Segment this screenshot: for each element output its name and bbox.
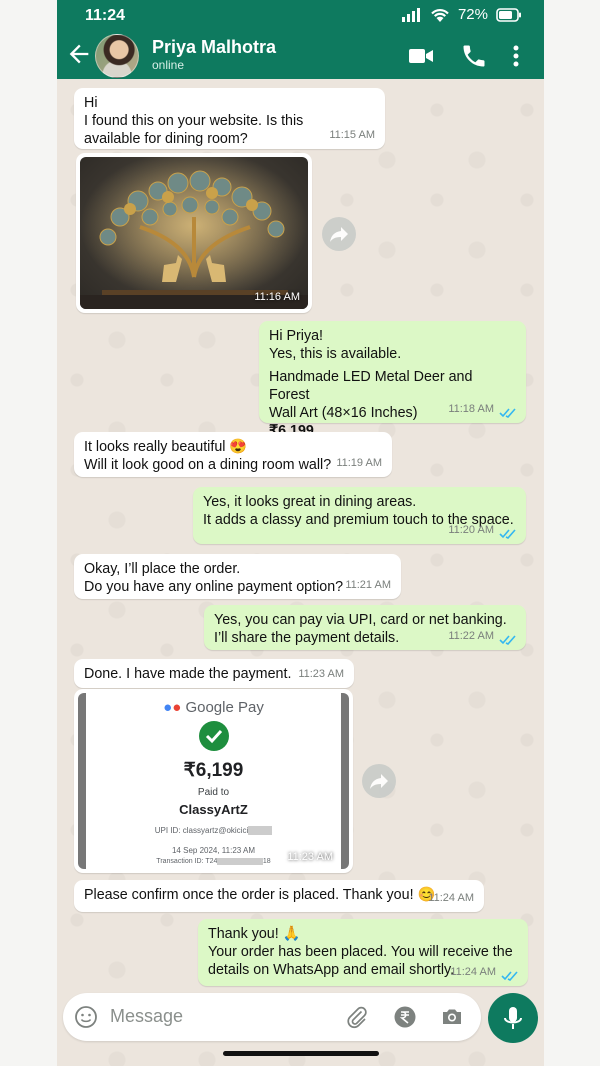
read-ticks-icon <box>501 971 518 981</box>
payment-screenshot: ●● Google Pay ₹6,199 Paid to ClassyArtZ … <box>78 693 349 869</box>
upi-id: UPI ID: classyartz@okicicixxxxxx <box>154 826 273 835</box>
message-time: 11:24 AM <box>450 966 496 978</box>
message-time: 11:18 AM <box>448 403 494 415</box>
message-bubble[interactable]: Thank you! 🙏 Your order has been placed.… <box>198 919 528 986</box>
payment-amount: ₹6,199 <box>183 760 244 781</box>
message-time: 11:23 AM <box>298 668 344 680</box>
message-input[interactable]: Message <box>110 1006 183 1027</box>
forward-icon <box>330 227 348 242</box>
rupee-payment-icon[interactable] <box>393 1005 417 1029</box>
read-ticks-icon <box>499 635 516 645</box>
message-time: 11:19 AM <box>336 457 382 469</box>
phone-screen: 11:24 72% Priya Malhotra online Hi I fou… <box>57 0 544 1066</box>
image-message[interactable]: 11:16 AM <box>76 153 312 313</box>
message-time: 11:15 AM <box>329 129 375 141</box>
message-time: 11:22 AM <box>448 630 494 642</box>
message-bubble[interactable]: Hi Priya! Yes, this is available. Handma… <box>259 321 526 439</box>
message-time: 11:16 AM <box>254 291 300 303</box>
status-time: 11:24 <box>85 7 126 24</box>
mic-button[interactable] <box>488 993 538 1043</box>
payee-name: ClassyArtZ <box>179 802 248 817</box>
read-ticks-icon <box>499 529 516 539</box>
video-call-icon[interactable] <box>407 42 435 70</box>
contact-name[interactable]: Priya Malhotra <box>152 37 276 58</box>
more-vert-icon[interactable] <box>502 42 530 70</box>
back-arrow-icon[interactable] <box>65 40 93 68</box>
message-input-bar: Message <box>63 993 481 1041</box>
message-bubble[interactable]: Okay, I’ll place the order. Do you have … <box>74 554 401 599</box>
chat-header: Priya Malhotra online <box>57 32 544 79</box>
message-bubble[interactable]: Hi I found this on your website. Is this… <box>74 88 385 149</box>
battery-percent: 72% <box>457 6 488 23</box>
right-margin <box>544 0 600 1066</box>
check-icon <box>198 721 229 751</box>
contact-status: online <box>152 58 185 72</box>
message-bubble[interactable]: Yes, it looks great in dining areas. It … <box>193 487 526 544</box>
message-text: Hi Priya! Yes, this is available. <box>269 328 402 362</box>
status-bar: 11:24 72% <box>57 0 544 32</box>
message-text: Please confirm once the order is placed.… <box>84 887 436 903</box>
chat-area: Hi I found this on your website. Is this… <box>57 79 544 991</box>
home-indicator <box>223 1051 379 1056</box>
wall-art-photo: 11:16 AM <box>80 157 308 309</box>
paid-to-label: Paid to <box>197 787 230 798</box>
deer-tree-art-image <box>80 157 308 309</box>
message-time: 11:23 AM <box>287 851 333 863</box>
message-bubble[interactable]: Done. I have made the payment. 11:23 AM <box>74 659 354 688</box>
forward-button[interactable] <box>322 217 356 251</box>
emoji-icon[interactable] <box>74 1005 98 1029</box>
message-time: 11:21 AM <box>345 579 391 591</box>
message-bubble[interactable]: Please confirm once the order is placed.… <box>74 880 484 912</box>
wifi-icon <box>431 8 449 22</box>
phone-icon[interactable] <box>460 42 488 70</box>
message-time: 11:20 AM <box>448 524 494 536</box>
message-bubble[interactable]: It looks really beautiful 😍 Will it look… <box>74 432 392 477</box>
image-message[interactable]: ●● Google Pay ₹6,199 Paid to ClassyArtZ … <box>74 689 353 873</box>
attach-icon[interactable] <box>345 1005 369 1029</box>
read-ticks-icon <box>499 408 516 418</box>
message-time: 11:24 AM <box>428 892 474 904</box>
battery-icon <box>496 7 521 22</box>
message-bubble[interactable]: Yes, you can pay via UPI, card or net ba… <box>204 605 526 650</box>
camera-icon[interactable] <box>440 1005 464 1029</box>
signal-icon <box>401 7 420 22</box>
forward-button[interactable] <box>362 764 396 798</box>
forward-icon <box>370 774 388 789</box>
google-pay-logo: ●● Google Pay <box>163 699 264 716</box>
payment-app-name: Google Pay <box>185 699 264 716</box>
mic-icon <box>504 1007 522 1029</box>
left-margin <box>0 0 57 1066</box>
avatar[interactable] <box>95 34 139 78</box>
